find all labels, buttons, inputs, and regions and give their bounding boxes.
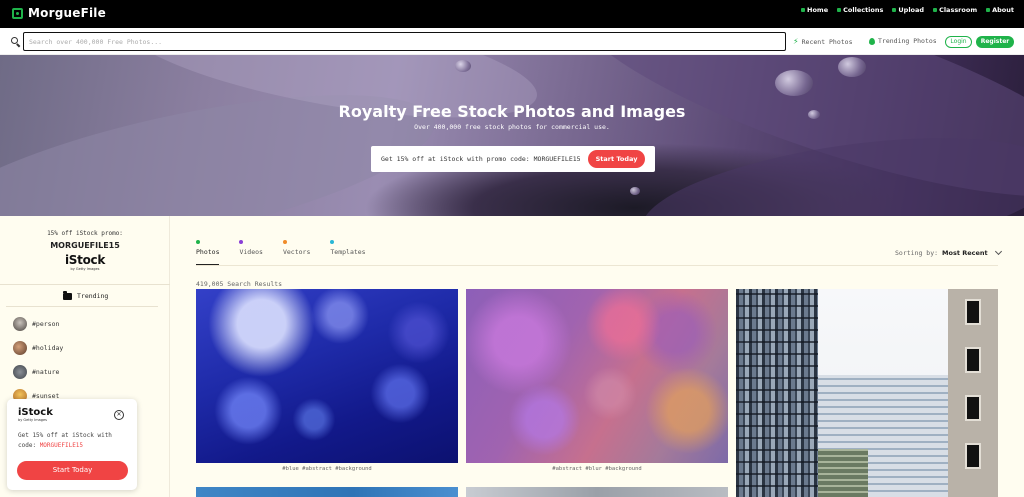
popup-istock-logo: iStock: [18, 407, 53, 418]
upload-icon: [892, 8, 897, 12]
popup-istock-byline: by Getty Images: [18, 418, 47, 422]
login-button[interactable]: Login: [945, 36, 972, 48]
logo-text: MorgueFile: [28, 6, 106, 20]
window: [965, 443, 981, 469]
hero-water-drop: [775, 70, 813, 96]
tab-vectors[interactable]: Vectors: [282, 240, 310, 266]
hero-subtitle: Over 400,000 free stock photos for comme…: [414, 123, 610, 131]
window: [965, 395, 981, 421]
popup-code: MORGUEFILE15: [39, 442, 84, 449]
nav-classroom[interactable]: Classroom: [933, 6, 977, 14]
camera-logo-icon: [12, 7, 23, 19]
building-glass-tower: [736, 289, 818, 497]
trending-tag-holiday[interactable]: #holiday: [13, 341, 63, 355]
photo-thumbnail-palm-sky[interactable]: [196, 487, 458, 497]
photo-tags[interactable]: #abstract #blur #background: [466, 466, 728, 472]
window: [965, 299, 981, 325]
sidebar-promo-label: 15% off iStock promo:: [47, 230, 123, 237]
tag-thumbnail: [13, 365, 27, 379]
search-icon[interactable]: [11, 37, 18, 44]
divider: [6, 306, 158, 307]
media-tabs: Photos Videos Vectors Templates: [196, 240, 386, 266]
tab-templates[interactable]: Templates: [330, 240, 366, 266]
trending-tag-person[interactable]: #person: [13, 317, 59, 331]
hero-title: Royalty Free Stock Photos and Images: [338, 102, 686, 121]
tab-dot: [239, 240, 244, 244]
nav-about[interactable]: About: [986, 6, 1014, 14]
sidebar-promo-code: MORGUEFILE15: [50, 241, 120, 250]
photo-thumbnail-blue-bokeh[interactable]: [196, 289, 458, 463]
chevron-down-icon: [994, 247, 1002, 256]
close-icon[interactable]: ✕: [114, 410, 124, 420]
hero-water-drop: [455, 60, 471, 72]
bolt-icon: ⚡: [793, 37, 799, 46]
tabs-divider: [196, 265, 998, 266]
hero-banner: Royalty Free Stock Photos and Images Ove…: [0, 55, 1024, 216]
hero-promo-text: Get 15% off at iStock with promo code: M…: [381, 155, 581, 163]
popup-start-today-button[interactable]: Start Today: [17, 461, 128, 480]
flame-icon: [869, 37, 875, 45]
nav-home[interactable]: Home: [801, 6, 828, 14]
home-icon: [801, 8, 806, 12]
popup-text: Get 15% off at iStock with code: MORGUEF…: [18, 432, 112, 449]
trending-header[interactable]: Trending: [63, 290, 108, 300]
photo-tags[interactable]: #blue #abstract #background: [196, 466, 458, 472]
trending-tag-nature[interactable]: #nature: [13, 365, 59, 379]
sort-dropdown[interactable]: Sorting by: Most Recent: [895, 247, 1002, 257]
folder-icon: [63, 290, 72, 300]
tab-dot: [196, 240, 200, 244]
search-bar-row: ⚡ Recent Photos Trending Photos Login Re…: [0, 28, 1024, 55]
sort-value: Most Recent: [942, 249, 988, 257]
recent-photos-link[interactable]: ⚡ Recent Photos: [793, 37, 853, 46]
trending-photos-link[interactable]: Trending Photos: [869, 37, 937, 45]
tab-videos[interactable]: Videos: [239, 240, 263, 266]
tab-dot: [330, 240, 335, 244]
divider: [0, 284, 170, 285]
nav-upload[interactable]: Upload: [892, 6, 924, 14]
tab-photos[interactable]: Photos: [196, 240, 220, 266]
about-icon: [986, 8, 991, 12]
tag-thumbnail: [13, 317, 27, 331]
search-input[interactable]: [23, 32, 786, 51]
start-today-button[interactable]: Start Today: [588, 150, 645, 168]
register-button[interactable]: Register: [976, 36, 1014, 48]
result-count: 419,005 Search Results: [196, 280, 283, 288]
building-green: [818, 449, 868, 497]
classroom-icon: [933, 8, 938, 12]
top-nav: MorgueFile Home Collections Upload Class…: [0, 0, 1024, 28]
photo-thumbnail-purple-bokeh[interactable]: [466, 289, 728, 463]
photo-thumbnail-city-buildings[interactable]: [736, 289, 998, 497]
nav-links: Home Collections Upload Classroom About: [801, 6, 1014, 14]
hero-promo-box: Get 15% off at iStock with promo code: M…: [371, 146, 655, 172]
istock-promo-popup: iStock by Getty Images ✕ Get 15% off at …: [7, 399, 137, 490]
istock-logo[interactable]: iStock by Getty Images: [62, 254, 108, 272]
window: [965, 347, 981, 373]
logo[interactable]: MorgueFile: [12, 6, 106, 20]
nav-collections[interactable]: Collections: [837, 6, 883, 14]
photo-thumbnail-architecture[interactable]: [466, 487, 728, 497]
collections-icon: [837, 8, 842, 12]
hero-water-drop: [630, 187, 640, 195]
hero-water-drop: [838, 57, 866, 77]
tag-thumbnail: [13, 341, 27, 355]
tab-dot: [282, 240, 287, 244]
